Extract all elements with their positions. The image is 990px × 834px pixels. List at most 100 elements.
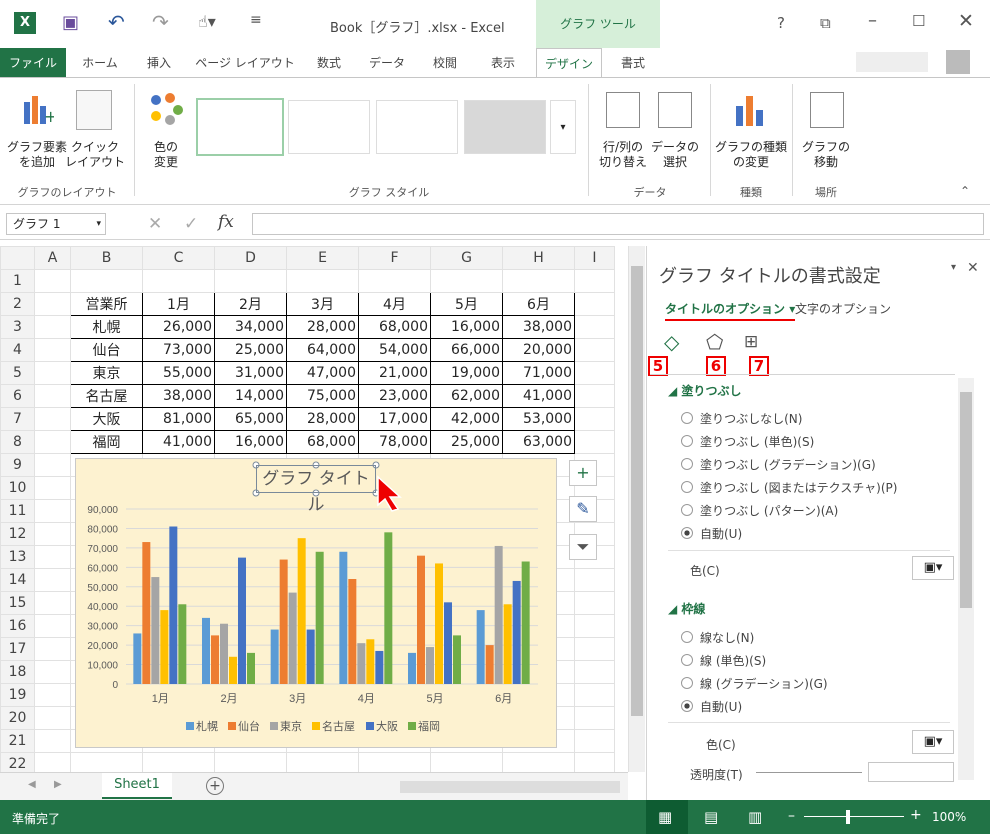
cell[interactable] <box>574 614 615 638</box>
line-section-header[interactable]: ◢ 枠線 <box>668 600 705 617</box>
size-properties-icon[interactable]: ⊞ <box>744 332 758 352</box>
row-header[interactable]: 10 <box>0 476 35 500</box>
sales-cell[interactable]: 75,000 <box>286 384 359 408</box>
row-header[interactable]: 2 <box>0 292 35 316</box>
zoom-thumb[interactable] <box>846 810 850 824</box>
gallery-more-icon[interactable]: ▾ <box>550 100 576 154</box>
sales-cell[interactable]: 28,000 <box>286 407 359 431</box>
cell[interactable] <box>574 430 615 454</box>
cell[interactable] <box>574 729 615 753</box>
cell[interactable] <box>574 660 615 684</box>
row-header[interactable]: 6 <box>0 384 35 408</box>
sales-cell[interactable]: 41,000 <box>502 384 575 408</box>
cell[interactable] <box>34 407 71 431</box>
cell[interactable] <box>574 361 615 385</box>
cell[interactable] <box>34 568 71 592</box>
cell[interactable] <box>574 269 615 293</box>
title-options-tab[interactable]: タイトルのオプション ▾ <box>665 300 796 321</box>
cell[interactable] <box>430 752 503 772</box>
cell[interactable] <box>34 752 71 772</box>
move-chart-button[interactable]: グラフの 移動 <box>796 140 856 170</box>
tab-design[interactable]: デザイン <box>536 48 602 78</box>
cell[interactable] <box>574 338 615 362</box>
chart-styles-brush-icon[interactable]: ✎ <box>569 496 597 522</box>
sales-cell[interactable]: 16,000 <box>214 430 287 454</box>
sales-cell[interactable]: 21,000 <box>358 361 431 385</box>
change-chart-type-button[interactable]: グラフの種類 の変更 <box>714 140 788 170</box>
sales-cell[interactable]: 25,000 <box>430 430 503 454</box>
table-header-cell[interactable]: 5月 <box>430 292 503 316</box>
sales-cell[interactable]: 25,000 <box>214 338 287 362</box>
line-color-picker[interactable]: ▣▾ <box>912 730 954 754</box>
fill-color-picker[interactable]: ▣▾ <box>912 556 954 580</box>
sales-cell[interactable]: 54,000 <box>358 338 431 362</box>
cell[interactable] <box>358 752 431 772</box>
maximize-icon[interactable]: ☐ <box>912 12 925 30</box>
sales-cell[interactable]: 55,000 <box>142 361 215 385</box>
cell[interactable] <box>34 591 71 615</box>
fill-gradient-radio[interactable]: 塗りつぶし (グラデーション)(G) <box>681 456 876 473</box>
next-sheet-icon[interactable]: ▶ <box>54 779 62 790</box>
row-header[interactable]: 11 <box>0 499 35 523</box>
ribbon-display-icon[interactable]: ⧉ <box>820 14 831 32</box>
cell[interactable] <box>574 292 615 316</box>
chart-style-4[interactable] <box>464 100 546 154</box>
column-header[interactable] <box>0 246 35 270</box>
sales-cell[interactable]: 73,000 <box>142 338 215 362</box>
cell[interactable] <box>574 683 615 707</box>
name-box[interactable]: グラフ 1 ▾ <box>6 213 106 235</box>
enter-icon[interactable]: ✓ <box>184 214 198 234</box>
cell[interactable] <box>574 706 615 730</box>
tab-home[interactable]: ホーム <box>74 48 126 78</box>
sales-cell[interactable]: 41,000 <box>142 430 215 454</box>
sales-cell[interactable]: 81,000 <box>142 407 215 431</box>
column-header[interactable]: I <box>574 246 615 270</box>
row-header[interactable]: 15 <box>0 591 35 615</box>
column-header[interactable]: G <box>430 246 503 270</box>
cell[interactable] <box>502 269 575 293</box>
fill-auto-radio[interactable]: 自動(U) <box>681 525 742 542</box>
sales-cell[interactable]: 78,000 <box>358 430 431 454</box>
sales-cell[interactable]: 38,000 <box>502 315 575 339</box>
tab-review[interactable]: 校閲 <box>422 48 468 78</box>
cell[interactable] <box>34 430 71 454</box>
sales-cell[interactable]: 34,000 <box>214 315 287 339</box>
office-name-cell[interactable]: 福岡 <box>70 430 143 454</box>
line-auto-radio[interactable]: 自動(U) <box>681 698 742 715</box>
cell[interactable] <box>34 315 71 339</box>
touch-mode-icon[interactable]: ☝▾ <box>198 12 216 31</box>
tab-view[interactable]: 表示 <box>476 48 530 78</box>
text-options-tab[interactable]: 文字のオプション <box>795 300 891 317</box>
sales-cell[interactable]: 26,000 <box>142 315 215 339</box>
cell[interactable] <box>34 614 71 638</box>
cell[interactable] <box>34 476 71 500</box>
sales-cell[interactable]: 38,000 <box>142 384 215 408</box>
row-header[interactable]: 7 <box>0 407 35 431</box>
row-header[interactable]: 1 <box>0 269 35 293</box>
add-chart-element-button[interactable]: グラフ要素 を追加 <box>6 140 68 170</box>
column-header[interactable]: A <box>34 246 71 270</box>
cell[interactable] <box>34 269 71 293</box>
cell[interactable] <box>214 752 287 772</box>
sales-cell[interactable]: 68,000 <box>358 315 431 339</box>
sales-cell[interactable]: 14,000 <box>214 384 287 408</box>
row-header[interactable]: 22 <box>0 752 35 772</box>
fill-solid-radio[interactable]: 塗りつぶし (単色)(S) <box>681 433 814 450</box>
row-header[interactable]: 17 <box>0 637 35 661</box>
save-icon[interactable]: ▣ <box>62 12 79 33</box>
close-icon[interactable]: ✕ <box>958 10 974 32</box>
cell[interactable] <box>34 361 71 385</box>
row-header[interactable]: 3 <box>0 315 35 339</box>
cell[interactable] <box>574 568 615 592</box>
page-break-view-icon[interactable]: ▥ <box>748 808 762 826</box>
cell[interactable] <box>502 752 575 772</box>
cell[interactable] <box>70 752 143 772</box>
row-header[interactable]: 19 <box>0 683 35 707</box>
cell[interactable] <box>574 752 615 772</box>
row-header[interactable]: 13 <box>0 545 35 569</box>
cell[interactable] <box>142 269 215 293</box>
transparency-slider[interactable] <box>756 772 862 773</box>
office-name-cell[interactable]: 大阪 <box>70 407 143 431</box>
pane-scrollbar[interactable] <box>958 378 974 780</box>
chart-style-2[interactable] <box>288 100 370 154</box>
